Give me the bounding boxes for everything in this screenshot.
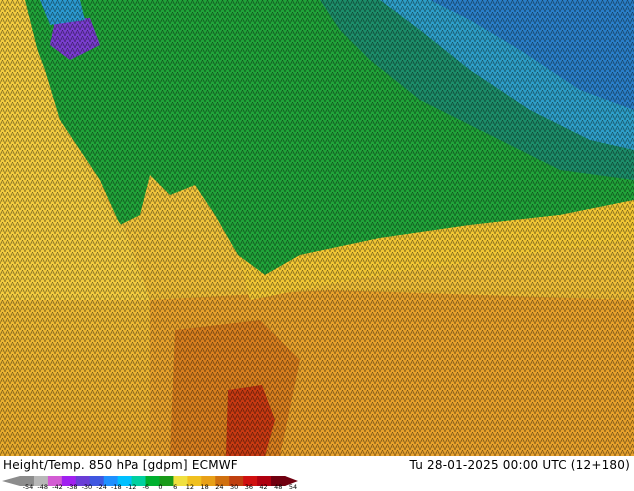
colorbar-tick-label: 36 (244, 483, 253, 491)
colorbar-tick-label: -48 (37, 483, 49, 491)
colorbar-tick-label: -18 (111, 483, 122, 491)
valid-time: Tu 28-01-2025 00:00 UTC (12+180) (409, 458, 630, 472)
colorbar-tick-label: 42 (259, 483, 268, 491)
map-footer: Height/Temp. 850 hPa [gdpm] ECMWF Tu 28-… (0, 456, 634, 490)
colorbar-tick-label: 30 (229, 483, 239, 491)
colorbar-tick-label: -24 (96, 483, 107, 491)
colorbar-tick-label: -54 (22, 483, 34, 491)
colorbar-tick-label: -42 (52, 483, 63, 491)
colorbar-tick-label: 0 (158, 483, 163, 491)
colorbar-tick-label: -38 (66, 483, 78, 491)
colorbar-tick-label: -12 (125, 483, 137, 491)
colorbar-tick-label: -6 (142, 483, 150, 491)
weather-map (0, 0, 634, 456)
colorbar-tick-label: 6 (173, 483, 178, 491)
colorbar-tick-label: 54 (288, 483, 298, 491)
colorbar-tick-label: 12 (185, 483, 195, 491)
wind-barb-overlay (0, 0, 634, 456)
colorbar-tick-label: 48 (274, 483, 283, 491)
colorbar-tick-label: 24 (215, 483, 224, 491)
triangle-left-arrow-icon (2, 476, 20, 486)
colorbar-tick-label: 18 (200, 483, 209, 491)
colorbar: -54 -48 -42 -38 -30 -24 -18 -12 -6 0 6 12 18 24 30 36 42… (0, 472, 300, 490)
map-title: Height/Temp. 850 hPa [gdpm] ECMWF (3, 458, 238, 472)
colorbar-tick-label: -30 (81, 483, 93, 491)
